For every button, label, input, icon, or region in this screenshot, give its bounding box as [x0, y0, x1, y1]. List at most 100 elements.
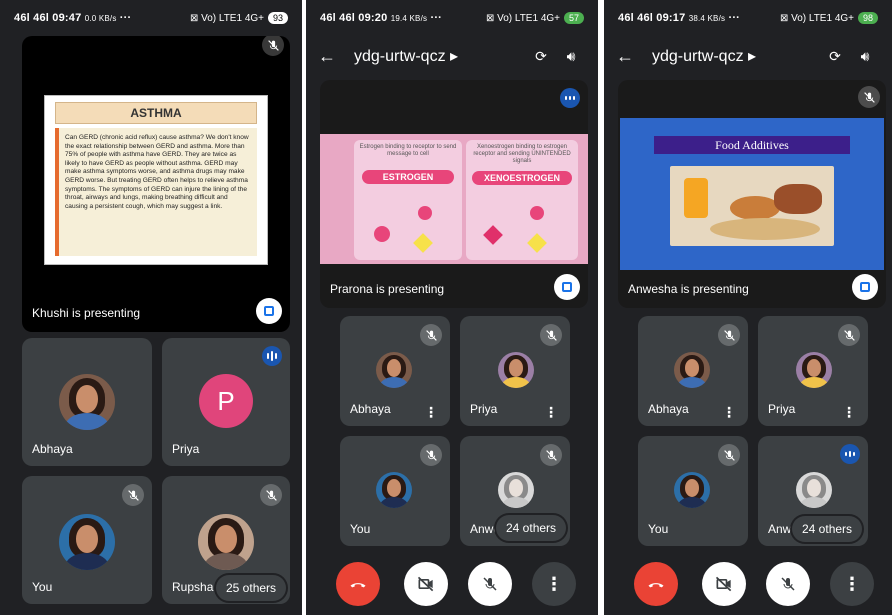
mic-toggle-button[interactable] — [766, 562, 810, 606]
fullscreen-button[interactable] — [256, 298, 282, 324]
participant-name: Priya — [172, 442, 200, 456]
more-options-button[interactable]: ⋮ — [830, 562, 874, 606]
slide-body: Can GERD (chronic acid reflux) cause ast… — [55, 128, 257, 256]
avatar — [498, 472, 534, 508]
speaker-icon[interactable]: 🔊︎ — [556, 48, 586, 65]
meeting-header: ← ydg-urtw-qcz ▸ ⟳ 🔊︎ — [306, 36, 598, 76]
switch-camera-icon[interactable]: ⟳ — [820, 48, 850, 65]
participant-name: Rupsha — [172, 580, 214, 594]
participant-tile-abhaya[interactable]: Abhaya ⋮ — [340, 316, 450, 426]
participant-tile-you[interactable]: You — [638, 436, 748, 546]
participant-tile-priya[interactable]: Priya ⋮ — [758, 316, 868, 426]
status-bar: 46l 46l 09:17 38.4 KB/s ··· ⊠ Vo) LTE1 4… — [604, 0, 892, 36]
avatar — [796, 472, 832, 508]
presenting-label: Prarona is presenting — [330, 282, 445, 296]
fullscreen-button[interactable] — [554, 274, 580, 300]
fullscreen-icon — [562, 282, 572, 292]
status-signal: ⊠ Vo) LTE1 4G+ — [779, 12, 854, 24]
more-options-button[interactable]: ⋮ — [532, 562, 576, 606]
fullscreen-icon — [860, 282, 870, 292]
participant-tile-you[interactable]: You — [22, 476, 152, 604]
slide-panel-left: Estrogen binding to receptor to send mes… — [354, 140, 462, 260]
more-options-icon[interactable]: ⋮ — [842, 405, 856, 419]
fullscreen-button[interactable] — [852, 274, 878, 300]
back-arrow-icon[interactable]: ← — [318, 46, 354, 67]
participant-tile-priya[interactable]: Priya ⋮ — [460, 316, 570, 426]
mic-off-icon — [838, 324, 860, 346]
participant-tile-abhaya[interactable]: Abhaya — [22, 338, 152, 466]
presentation-tile[interactable]: Food Additives Anwesha is presenting — [618, 80, 886, 308]
status-bar: 46l 46l 09:47 0.0 KB/s ··· ⊠ Vo) LTE1 4G… — [0, 0, 302, 36]
status-bar: 46l 46l 09:20 19.4 KB/s ··· ⊠ Vo) LTE1 4… — [306, 0, 598, 36]
presenting-label: Khushi is presenting — [32, 306, 141, 320]
shared-slide: Food Additives — [620, 118, 884, 270]
phone-screen-3: 46l 46l 09:17 38.4 KB/s ··· ⊠ Vo) LTE1 4… — [604, 0, 892, 615]
speaking-indicator-icon — [840, 444, 860, 464]
phone-screen-2: 46l 46l 09:20 19.4 KB/s ··· ⊠ Vo) LTE1 4… — [306, 0, 598, 615]
slide-panel-right: Xenoestrogen binding to estrogen recepto… — [466, 140, 578, 260]
more-vert-icon: ⋮ — [843, 573, 861, 594]
slide-title: ASTHMA — [55, 102, 257, 124]
participant-name: Abhaya — [32, 442, 73, 456]
mic-off-icon — [420, 444, 442, 466]
participant-name: You — [350, 522, 371, 536]
phone-screen-1: 46l 46l 09:47 0.0 KB/s ··· ⊠ Vo) LTE1 4G… — [0, 0, 302, 615]
receptor-graphic — [530, 206, 544, 220]
meeting-code[interactable]: ydg-urtw-qcz ▸ — [354, 46, 526, 66]
mic-off-icon — [540, 324, 562, 346]
avatar — [674, 352, 710, 388]
avatar — [59, 374, 115, 430]
slide-left-caption: Estrogen binding to receptor to send mes… — [359, 144, 457, 157]
mic-off-icon — [858, 86, 880, 108]
camera-toggle-button[interactable] — [404, 562, 448, 606]
camera-toggle-button[interactable] — [702, 562, 746, 606]
avatar — [796, 352, 832, 388]
participant-name: You — [32, 580, 53, 594]
status-signal: ⊠ Vo) LTE1 4G+ — [485, 12, 560, 24]
avatar-initial: P — [199, 374, 253, 428]
presenting-label: Anwesha is presenting — [628, 282, 749, 296]
others-count-button[interactable]: 24 others — [496, 515, 567, 541]
status-time: 46l 46l 09:17 — [618, 12, 686, 24]
speaker-icon[interactable]: 🔊︎ — [850, 48, 880, 65]
battery-indicator: 98 — [858, 12, 878, 24]
avatar — [674, 472, 710, 508]
camera-off-icon — [715, 576, 732, 592]
more-options-icon[interactable]: ⋮ — [722, 405, 736, 419]
meeting-code-text: ydg-urtw-qcz — [652, 48, 744, 65]
others-count-button[interactable]: 24 others — [792, 516, 863, 542]
mic-off-icon — [781, 577, 795, 591]
participant-name: You — [648, 522, 669, 536]
end-call-button[interactable] — [634, 562, 678, 606]
food-photo — [670, 166, 834, 246]
battery-indicator: 57 — [564, 12, 584, 24]
status-net: 0.0 KB/s — [84, 14, 117, 23]
back-arrow-icon[interactable]: ← — [616, 46, 652, 67]
xeno-molecule-graphic — [483, 225, 503, 245]
mic-off-icon — [122, 484, 144, 506]
participant-tile-priya[interactable]: P Priya — [162, 338, 290, 466]
avatar — [198, 514, 254, 570]
participant-tile-you[interactable]: You — [340, 436, 450, 546]
others-count-button[interactable]: 25 others — [216, 575, 287, 601]
presentation-tile[interactable]: ASTHMA Can GERD (chronic acid reflux) ca… — [22, 36, 290, 332]
hormone-graphic — [374, 226, 390, 242]
more-options-icon[interactable]: ⋮ — [424, 405, 438, 419]
mic-toggle-button[interactable] — [468, 562, 512, 606]
shared-slide: ASTHMA Can GERD (chronic acid reflux) ca… — [44, 95, 268, 265]
status-time: 46l 46l 09:47 — [14, 12, 82, 24]
meeting-code[interactable]: ydg-urtw-qcz ▸ — [652, 46, 820, 66]
status-net: 38.4 KB/s — [688, 14, 726, 23]
end-call-button[interactable] — [336, 562, 380, 606]
presentation-tile[interactable]: Estrogen binding to receptor to send mes… — [320, 80, 588, 308]
slide-right-caption: Xenoestrogen binding to estrogen recepto… — [473, 144, 571, 164]
switch-camera-icon[interactable]: ⟳ — [526, 48, 556, 65]
mic-off-icon — [540, 444, 562, 466]
more-options-icon[interactable]: ⋮ — [544, 405, 558, 419]
status-time: 46l 46l 09:20 — [320, 12, 388, 24]
participant-name: Priya — [768, 402, 796, 416]
participant-tile-abhaya[interactable]: Abhaya ⋮ — [638, 316, 748, 426]
mic-off-icon — [718, 324, 740, 346]
meeting-code-text: ydg-urtw-qcz — [354, 48, 446, 65]
mic-off-icon — [262, 36, 284, 56]
